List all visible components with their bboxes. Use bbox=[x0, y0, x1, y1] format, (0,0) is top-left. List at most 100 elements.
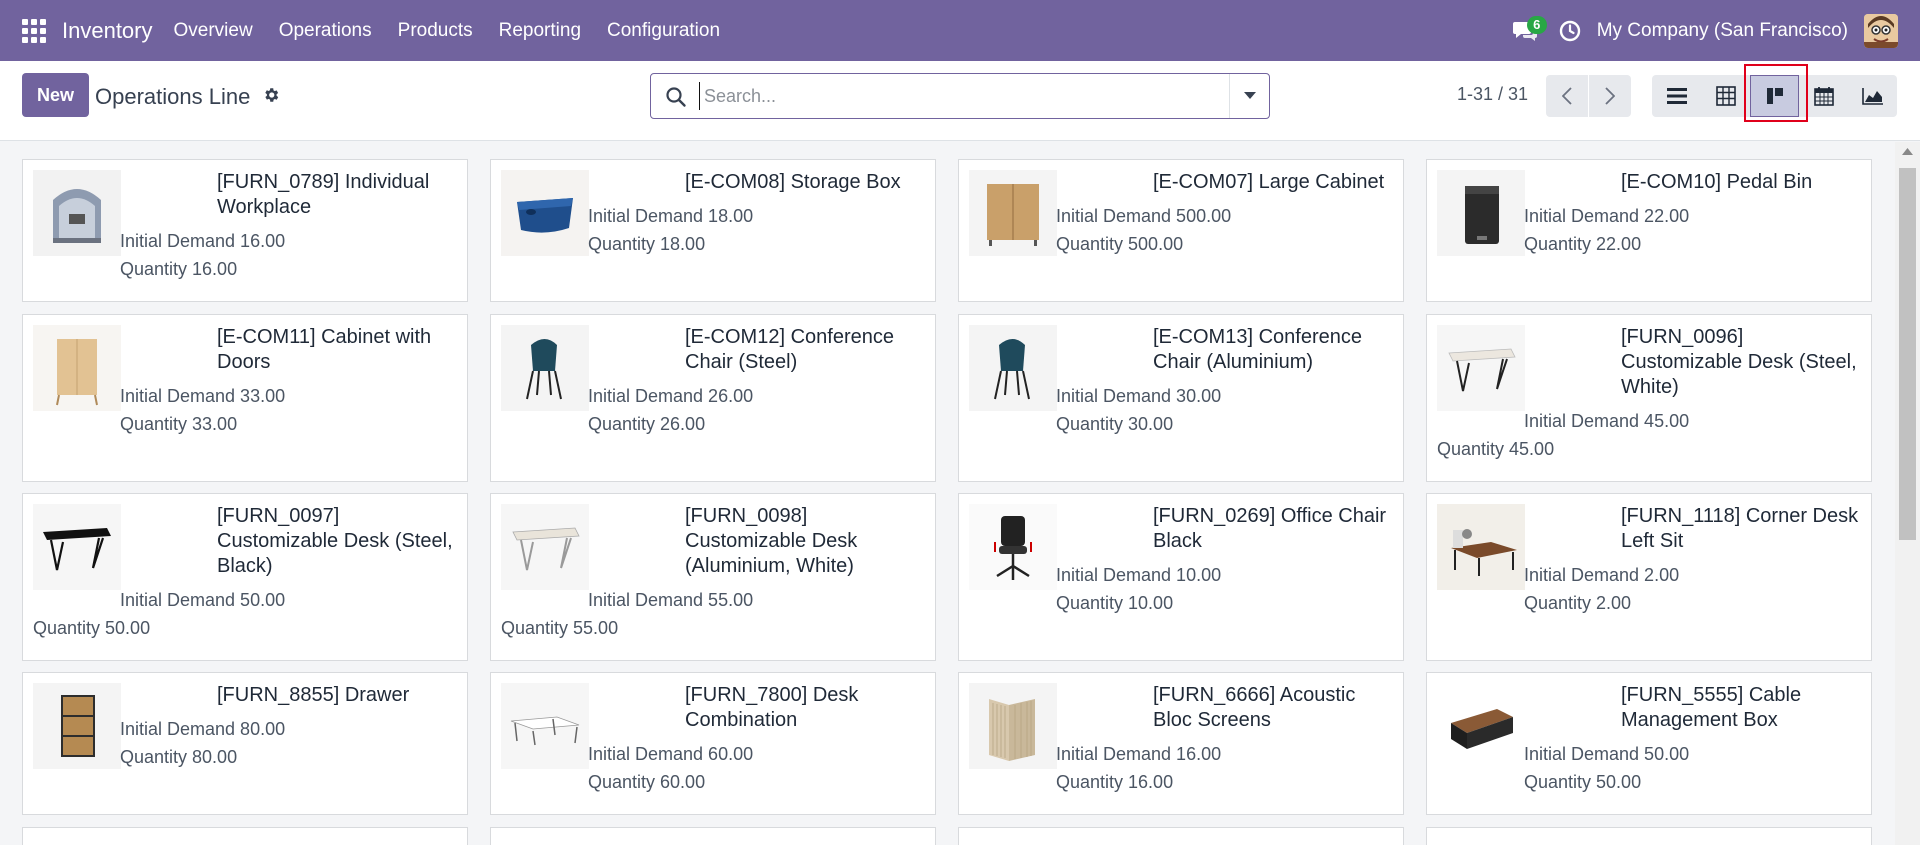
search-icon bbox=[665, 86, 687, 113]
quantity: Quantity 16.00 bbox=[1056, 772, 1174, 792]
graph-icon bbox=[1861, 88, 1883, 105]
calendar-icon bbox=[1813, 87, 1834, 106]
kanban-card[interactable]: [FURN_0269] Office Chair Black Initial D… bbox=[958, 493, 1404, 661]
product-image bbox=[501, 325, 589, 411]
kanban-card[interactable]: [FURN_0097] Customizable Desk (Steel, Bl… bbox=[22, 493, 468, 661]
apps-menu-icon[interactable] bbox=[22, 18, 46, 43]
graph-view-button[interactable] bbox=[1848, 75, 1897, 117]
menu-configuration[interactable]: Configuration bbox=[594, 20, 733, 42]
initial-demand: Initial Demand 50.00 bbox=[120, 590, 286, 610]
pager-value[interactable]: 1-31 / 31 bbox=[1457, 84, 1528, 105]
product-image bbox=[33, 504, 121, 590]
product-image bbox=[33, 683, 121, 769]
initial-demand: Initial Demand 60.00 bbox=[588, 744, 754, 764]
product-image bbox=[1437, 683, 1525, 769]
vertical-scrollbar[interactable] bbox=[1895, 142, 1920, 845]
initial-demand: Initial Demand 80.00 bbox=[120, 719, 286, 739]
menu-overview[interactable]: Overview bbox=[161, 20, 266, 42]
initial-demand: Initial Demand 55.00 bbox=[588, 590, 754, 610]
pager-buttons bbox=[1546, 75, 1631, 117]
scrollbar-thumb[interactable] bbox=[1899, 168, 1916, 540]
search-input[interactable] bbox=[699, 82, 1199, 110]
quantity: Quantity 55.00 bbox=[501, 618, 619, 638]
search-options-toggle[interactable] bbox=[1229, 74, 1269, 118]
clock-icon bbox=[1559, 20, 1580, 41]
kanban-card[interactable] bbox=[1426, 827, 1872, 845]
product-image bbox=[501, 683, 589, 769]
list-icon bbox=[1666, 88, 1687, 104]
product-image bbox=[33, 170, 121, 256]
kanban-card[interactable] bbox=[958, 827, 1404, 845]
kanban-card[interactable]: [E-COM08] Storage Box Initial Demand 18.… bbox=[490, 159, 936, 302]
kanban-card[interactable]: [FURN_1118] Corner Desk Left Sit Initial… bbox=[1426, 493, 1872, 661]
list-view-button[interactable] bbox=[1652, 75, 1701, 117]
initial-demand: Initial Demand 45.00 bbox=[1524, 411, 1690, 431]
product-title: [FURN_0789] Individual Workplace bbox=[217, 171, 430, 218]
pivot-view-button[interactable] bbox=[1701, 75, 1750, 117]
product-title: [E-COM11] Cabinet with Doors bbox=[217, 326, 432, 373]
kanban-card[interactable]: [FURN_0789] Individual Workplace Initial… bbox=[22, 159, 468, 302]
kanban-card[interactable]: [FURN_5555] Cable Management Box Initial… bbox=[1426, 672, 1872, 815]
quantity: Quantity 50.00 bbox=[1524, 772, 1642, 792]
quantity: Quantity 30.00 bbox=[1056, 414, 1174, 434]
kanban-card[interactable]: [E-COM12] Conference Chair (Steel) Initi… bbox=[490, 314, 936, 482]
initial-demand: Initial Demand 30.00 bbox=[1056, 386, 1222, 406]
kanban-card[interactable]: [FURN_8855] Drawer Initial Demand 80.00 … bbox=[22, 672, 468, 815]
quantity: Quantity 33.00 bbox=[120, 414, 238, 434]
activities-button[interactable] bbox=[1555, 11, 1585, 51]
product-title: [E-COM13] Conference Chair (Aluminium) bbox=[1153, 326, 1362, 373]
initial-demand: Initial Demand 500.00 bbox=[1056, 206, 1232, 226]
product-title: [FURN_1118] Corner Desk Left Sit bbox=[1621, 505, 1859, 552]
kanban-card[interactable] bbox=[490, 827, 936, 845]
chevron-right-icon bbox=[1605, 87, 1615, 105]
quantity: Quantity 26.00 bbox=[588, 414, 706, 434]
kanban-board: [FURN_0789] Individual Workplace Initial… bbox=[0, 142, 1895, 845]
product-title: [FURN_8855] Drawer bbox=[217, 684, 410, 706]
pager-next-button[interactable] bbox=[1589, 75, 1631, 117]
kanban-card[interactable]: [FURN_7800] Desk Combination Initial Dem… bbox=[490, 672, 936, 815]
scroll-up-arrow-icon[interactable] bbox=[1902, 148, 1913, 155]
company-switcher[interactable]: My Company (San Francisco) bbox=[1597, 20, 1848, 42]
kanban-card[interactable]: [FURN_6666] Acoustic Bloc Screens Initia… bbox=[958, 672, 1404, 815]
app-name[interactable]: Inventory bbox=[62, 18, 153, 44]
kanban-card[interactable]: [E-COM13] Conference Chair (Aluminium) I… bbox=[958, 314, 1404, 482]
product-image bbox=[1437, 325, 1525, 411]
product-title: [FURN_0269] Office Chair Black bbox=[1153, 505, 1387, 552]
product-image bbox=[33, 325, 121, 411]
chevron-left-icon bbox=[1562, 87, 1572, 105]
messages-button[interactable]: 6 bbox=[1505, 11, 1547, 51]
actions-gear-button[interactable] bbox=[262, 86, 280, 109]
quantity: Quantity 2.00 bbox=[1524, 593, 1632, 613]
quantity: Quantity 10.00 bbox=[1056, 593, 1174, 613]
initial-demand: Initial Demand 50.00 bbox=[1524, 744, 1690, 764]
quantity: Quantity 500.00 bbox=[1056, 234, 1184, 254]
kanban-card[interactable]: [FURN_0098] Customizable Desk (Aluminium… bbox=[490, 493, 936, 661]
product-title: [FURN_0096] Customizable Desk (Steel, Wh… bbox=[1621, 326, 1857, 398]
product-image bbox=[501, 170, 589, 256]
quantity: Quantity 50.00 bbox=[33, 618, 151, 638]
kanban-card[interactable]: [FURN_0096] Customizable Desk (Steel, Wh… bbox=[1426, 314, 1872, 482]
new-button[interactable]: New bbox=[22, 73, 89, 117]
quantity: Quantity 45.00 bbox=[1437, 439, 1555, 459]
kanban-card[interactable] bbox=[22, 827, 468, 845]
product-title: [E-COM07] Large Cabinet bbox=[1153, 171, 1385, 193]
user-avatar[interactable] bbox=[1864, 13, 1898, 48]
pager-previous-button[interactable] bbox=[1546, 75, 1588, 117]
quantity: Quantity 18.00 bbox=[588, 234, 706, 254]
kanban-card[interactable]: [E-COM07] Large Cabinet Initial Demand 5… bbox=[958, 159, 1404, 302]
menu-reporting[interactable]: Reporting bbox=[486, 20, 594, 42]
quantity: Quantity 22.00 bbox=[1524, 234, 1642, 254]
product-title: [FURN_7800] Desk Combination bbox=[685, 684, 859, 731]
quantity: Quantity 60.00 bbox=[588, 772, 706, 792]
product-title: [E-COM08] Storage Box bbox=[685, 171, 901, 193]
initial-demand: Initial Demand 16.00 bbox=[1056, 744, 1222, 764]
kanban-card[interactable]: [E-COM11] Cabinet with Doors Initial Dem… bbox=[22, 314, 468, 482]
menu-operations[interactable]: Operations bbox=[266, 20, 385, 42]
kanban-card[interactable]: [E-COM10] Pedal Bin Initial Demand 22.00… bbox=[1426, 159, 1872, 302]
initial-demand: Initial Demand 33.00 bbox=[120, 386, 286, 406]
menu-products[interactable]: Products bbox=[385, 20, 486, 42]
product-image bbox=[1437, 170, 1525, 256]
product-title: [FURN_6666] Acoustic Bloc Screens bbox=[1153, 684, 1356, 731]
control-panel: New Operations Line 1-31 / 31 bbox=[0, 61, 1920, 141]
pivot-icon bbox=[1715, 86, 1736, 106]
